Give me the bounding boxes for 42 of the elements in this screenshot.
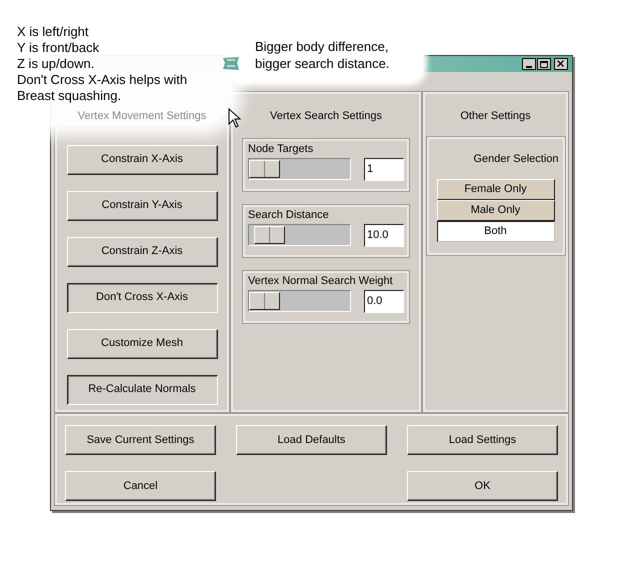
close-button[interactable] (554, 58, 568, 70)
slider-track[interactable] (248, 158, 351, 180)
slider-thumb[interactable] (254, 226, 285, 244)
slider-thumb[interactable] (249, 292, 280, 310)
toggle-button[interactable]: Constrain Z-Axis (66, 236, 218, 266)
note-text: X is left/right (17, 24, 90, 40)
dialog-button[interactable]: Load Defaults (236, 425, 387, 455)
cursor-icon (228, 108, 242, 128)
toggle-button[interactable]: Constrain Y-Axis (66, 190, 218, 220)
gender-option[interactable]: Both (436, 221, 554, 242)
group-title: Gender Selection (474, 152, 558, 166)
value-field[interactable]: 10.0 (364, 224, 404, 246)
value-field[interactable]: 1 (364, 158, 404, 180)
slider-track[interactable] (248, 290, 351, 312)
note-text: Breast squashing. (17, 88, 122, 104)
toggle-button[interactable]: Don't Cross X-Axis (66, 282, 218, 312)
toggle-button[interactable]: Constrain X-Axis (66, 144, 218, 174)
slider-track[interactable] (248, 224, 351, 246)
group-label: Node Targets (248, 142, 314, 156)
gender-option[interactable]: Male Only (436, 200, 554, 221)
dialog-button[interactable]: Cancel (65, 471, 216, 501)
slider-thumb[interactable] (249, 160, 280, 178)
panel-title: Vertex Search Settings (270, 109, 382, 124)
panel-title: Other Settings (460, 109, 531, 124)
note-text: Z is up/down. (17, 56, 96, 72)
dialog-button[interactable]: Save Current Settings (65, 425, 216, 455)
panel-title: Vertex Movement Settings (78, 109, 206, 124)
note-text: Y is front/back (17, 40, 100, 56)
toggle-button[interactable]: Re-Calculate Normals (66, 374, 218, 404)
callout-text: bigger search distance. (255, 55, 390, 72)
value-field[interactable]: 0.0 (364, 290, 404, 312)
toggle-button[interactable]: Customize Mesh (66, 328, 218, 358)
maximize-button[interactable] (537, 58, 551, 70)
note-text: Don't Cross X-Axis helps with (17, 72, 188, 88)
dialog-button[interactable]: OK (407, 471, 558, 501)
callout-text: Bigger body difference, (255, 38, 390, 55)
app-icon (222, 56, 240, 71)
gender-option[interactable]: Female Only (436, 179, 554, 200)
group-label: Vertex Normal Search Weight (248, 274, 394, 288)
minimize-button[interactable] (522, 58, 536, 70)
group-label: Search Distance (248, 208, 330, 222)
dialog-button[interactable]: Load Settings (407, 425, 558, 455)
